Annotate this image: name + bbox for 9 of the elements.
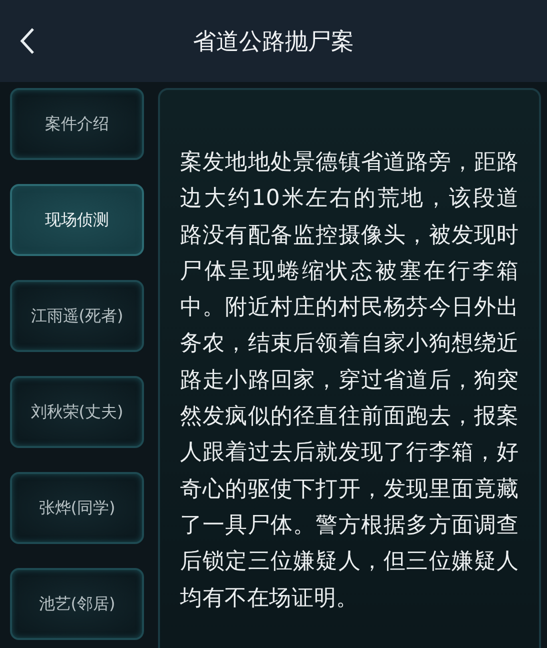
tab[interactable]: 刘秋荣(丈夫) [10, 376, 144, 448]
tab[interactable]: 江雨遥(死者) [10, 280, 144, 352]
tab[interactable]: 池艺(邻居) [10, 568, 144, 640]
back-icon[interactable] [19, 27, 35, 55]
case-description: 案发地地处景德镇省道路旁，距路边大约10米左右的荒地，该段道路没有配备监控摄像头，被发现时尸体呈现蜷缩状态被塞在行李箱中。附近村庄的村民杨芬今日外出务农，结束后领着自家小狗想绕近路走小路回家，穿过省道后，狗突然发疯似的径直往前面跑去，报案人跟着过去后就发现了行李箱，好奇心的驱使下打开，发现里面竟藏了一具尸体。警方根据多方面调查后锁定三位嫌疑人，但三位嫌疑人均有不在场证明。 [180, 149, 519, 613]
tab[interactable]: 张烨(同学) [10, 472, 144, 544]
tab[interactable]: 案件介绍 [10, 88, 144, 160]
tab[interactable]: 现场侦测 [10, 184, 144, 256]
page-title: 省道公路抛尸案 [193, 28, 354, 56]
